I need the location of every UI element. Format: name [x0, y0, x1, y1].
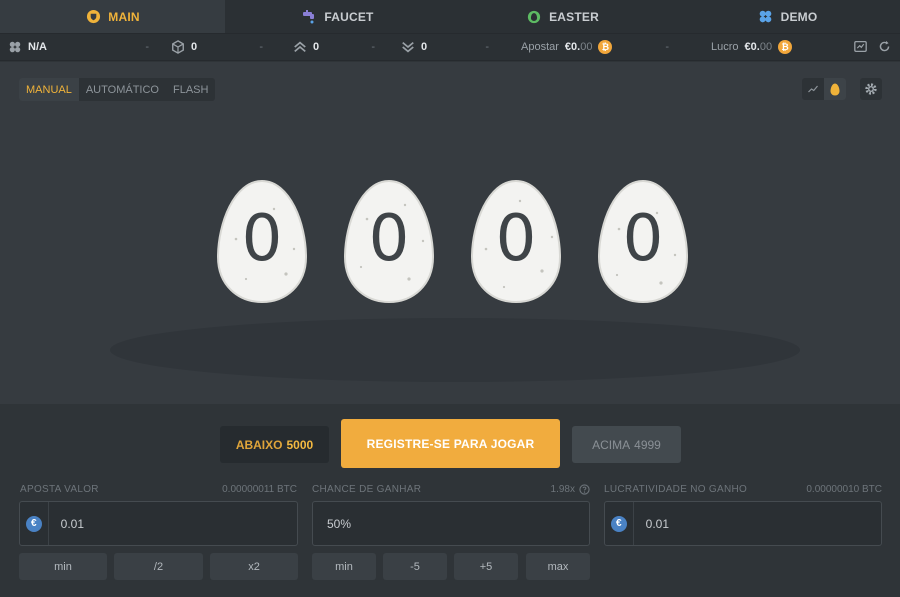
- bitcoin-icon: ₿: [598, 40, 613, 54]
- bet-amount-btc: 0.00000011 BTC: [222, 484, 297, 495]
- help-icon[interactable]: [579, 484, 590, 495]
- egg-icon: [830, 83, 840, 95]
- win-chance-multiplier: 1.98x: [551, 484, 590, 495]
- tab-faucet[interactable]: FAUCET: [225, 0, 450, 33]
- egg-2: 0: [343, 179, 435, 304]
- shield-icon: [85, 9, 101, 25]
- stats-actions: [854, 40, 892, 54]
- profit-on-win-label: LUCRATIVIDADE NO GANHO: [604, 484, 748, 495]
- stat-wins: 0 -: [273, 40, 381, 54]
- profit-on-win-btc: 0.00000010 BTC: [806, 484, 882, 495]
- stat-level: N/A -: [8, 40, 163, 54]
- egg-digit: 0: [241, 202, 283, 276]
- stats-bar: N/A - 0 - 0 - 0 - Apostar €0.00 ₿ - Lucr…: [0, 33, 900, 61]
- stat-bets-value: 0: [191, 41, 198, 53]
- tab-faucet-label: FAUCET: [324, 9, 374, 24]
- stat-losses-value: 0: [421, 41, 428, 53]
- faucet-icon: [301, 9, 317, 25]
- profit-on-win-input[interactable]: [633, 502, 881, 545]
- egg-3: 0: [470, 179, 562, 304]
- stat-separator: -: [145, 41, 149, 53]
- game-area: MANUAL AUTOMÁTICO FLASH 0 0 0 0: [0, 62, 900, 404]
- stat-losses: 0 -: [381, 40, 491, 54]
- stat-bet-label: Apostar: [521, 41, 559, 53]
- chart-icon[interactable]: [854, 40, 868, 54]
- bet-double-button[interactable]: x2: [210, 553, 298, 580]
- settings-button[interactable]: [860, 78, 882, 100]
- chance-minus5-button[interactable]: -5: [383, 553, 447, 580]
- puzzle-icon: [8, 40, 22, 54]
- stat-separator: -: [665, 41, 669, 53]
- above-button[interactable]: ACIMA 4999: [572, 426, 681, 463]
- stat-bet-value: €0.00: [564, 41, 593, 53]
- chance-min-button[interactable]: min: [312, 553, 376, 580]
- puzzle-icon: [758, 9, 774, 25]
- tab-demo-label: DEMO: [780, 9, 818, 24]
- cube-icon: [171, 40, 185, 54]
- egg-shadow: [110, 318, 800, 382]
- tab-demo[interactable]: DEMO: [675, 0, 900, 33]
- tab-main-label: MAIN: [108, 9, 140, 24]
- below-button[interactable]: ABAIXO 5000: [220, 426, 329, 463]
- line-chart-icon: [808, 85, 818, 93]
- stat-wins-value: 0: [313, 41, 320, 53]
- above-value: 4999: [634, 437, 661, 452]
- currency-box: €: [605, 502, 634, 545]
- chevrons-up-icon: [293, 40, 307, 54]
- refresh-icon[interactable]: [878, 40, 892, 54]
- stat-profit-label: Lucro: [711, 41, 739, 53]
- win-chance-field: [312, 501, 590, 546]
- easter-egg-icon: [526, 9, 542, 25]
- euro-icon: €: [610, 515, 627, 532]
- chance-max-button[interactable]: max: [526, 553, 590, 580]
- below-value: 5000: [286, 437, 314, 452]
- bet-min-button[interactable]: min: [19, 553, 107, 580]
- bitcoin-icon: ₿: [778, 40, 793, 54]
- above-label: ACIMA: [592, 437, 631, 452]
- stat-bets: 0 -: [163, 40, 273, 54]
- mode-tabs: MANUAL AUTOMÁTICO FLASH: [19, 78, 216, 101]
- bet-amount-field: €: [19, 501, 298, 546]
- euro-icon: €: [25, 515, 42, 532]
- top-tab-bar: MAIN FAUCET EASTER DEMO: [0, 0, 900, 33]
- gear-icon: [865, 83, 877, 95]
- stat-separator: -: [371, 41, 375, 53]
- win-chance-input[interactable]: [313, 502, 589, 545]
- win-chance-label: CHANCE DE GANHAR: [312, 484, 422, 495]
- view-toggle: [802, 78, 846, 100]
- egg-digit: 0: [368, 202, 410, 276]
- below-label: ABAIXO: [235, 437, 283, 452]
- mode-flash[interactable]: FLASH: [166, 78, 215, 101]
- bet-amount-input[interactable]: [48, 502, 297, 545]
- egg-digit: 0: [622, 202, 664, 276]
- stat-level-value: N/A: [28, 41, 47, 53]
- bet-amount-label: APOSTA VALOR: [20, 484, 99, 495]
- currency-box: €: [20, 502, 49, 545]
- register-to-play-button[interactable]: REGISTRE-SE PARA JOGAR: [341, 419, 560, 468]
- stat-bet-amount: Apostar €0.00 ₿ -: [491, 40, 671, 54]
- chart-view-button[interactable]: [802, 78, 824, 100]
- tab-easter[interactable]: EASTER: [450, 0, 675, 33]
- egg-4: 0: [597, 179, 689, 304]
- tab-easter-label: EASTER: [549, 9, 599, 24]
- egg-digit: 0: [495, 202, 537, 276]
- chance-plus5-button[interactable]: +5: [454, 553, 518, 580]
- bet-half-button[interactable]: /2: [114, 553, 203, 580]
- egg-view-button[interactable]: [824, 78, 846, 100]
- stat-profit: Lucro €0.00 ₿: [671, 40, 821, 54]
- mode-automatic[interactable]: AUTOMÁTICO: [79, 78, 166, 101]
- profit-on-win-field: €: [604, 501, 882, 546]
- stat-separator: -: [259, 41, 263, 53]
- mode-manual[interactable]: MANUAL: [19, 78, 79, 101]
- stat-separator: -: [485, 41, 489, 53]
- tab-main[interactable]: MAIN: [0, 0, 225, 33]
- chevrons-down-icon: [401, 40, 415, 54]
- egg-1: 0: [216, 179, 308, 304]
- stat-profit-value: €0.00: [744, 41, 773, 53]
